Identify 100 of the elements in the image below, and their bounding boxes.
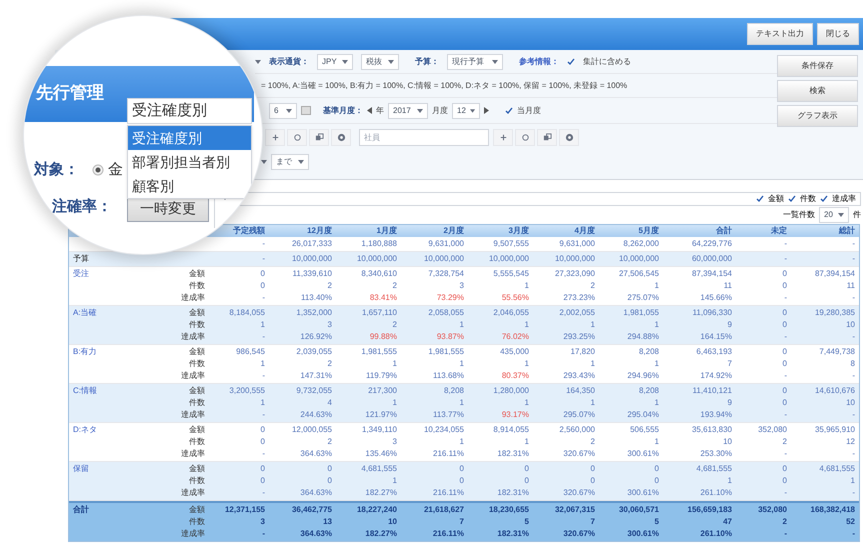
tax-select[interactable]: 税抜 <box>361 54 399 70</box>
table-cell: 19,280,385 <box>814 308 855 317</box>
table-cell: 261.10% <box>700 529 732 538</box>
employee-field[interactable]: 社員 <box>359 128 489 146</box>
table-cell: 294.96% <box>627 371 659 380</box>
measure-label: 金額 <box>189 308 205 317</box>
table-cell: 12,371,155 <box>224 505 265 514</box>
plus-icon[interactable] <box>493 128 513 146</box>
table-cell: 10 <box>846 398 855 407</box>
side-button[interactable]: 検索 <box>777 80 858 102</box>
checkmark-icon[interactable] <box>505 106 513 114</box>
table-cell: 80.37% <box>502 371 529 380</box>
table-cell: 8,208 <box>638 386 659 395</box>
caret-icon <box>388 60 394 64</box>
row-label[interactable]: D:ネタ <box>73 425 97 434</box>
table-cell: - <box>784 254 787 263</box>
row-label: 予算 <box>73 254 89 263</box>
table-cell: 113.68% <box>433 371 464 380</box>
year-select[interactable]: 2017 <box>388 102 428 118</box>
table-cell: 1 <box>260 320 265 329</box>
table-cell: 0 <box>260 425 265 434</box>
table-cell: 364.63% <box>300 488 332 497</box>
row-label[interactable]: C:情報 <box>73 386 97 395</box>
table-cell: 320.67% <box>563 449 595 458</box>
table-cell: 7 <box>590 517 595 526</box>
table-cell: 986,545 <box>236 347 265 356</box>
measure-label: 達成率 <box>181 293 205 302</box>
budget-label: 予算： <box>415 56 439 68</box>
table-cell: 8,914,055 <box>493 425 529 434</box>
table-cell: 0 <box>654 464 659 473</box>
table-cell: 253.30% <box>700 449 732 458</box>
budget-select[interactable]: 現行予算 <box>447 54 503 70</box>
copy-icon[interactable] <box>537 128 557 146</box>
copy-icon[interactable] <box>309 128 329 146</box>
until-select[interactable]: まで <box>271 154 309 170</box>
header-button[interactable]: 閉じる <box>817 23 859 45</box>
side-button[interactable]: グラフ表示 <box>777 105 858 127</box>
measure-label: 達成率 <box>181 410 205 419</box>
table-cell: 364.63% <box>300 449 332 458</box>
table-cell: 35,613,830 <box>692 425 732 434</box>
column-header: 3月度 <box>508 226 529 235</box>
plus-icon[interactable] <box>265 128 285 146</box>
table-cell: 1 <box>392 476 397 485</box>
table-cell: 7,449,738 <box>819 347 855 356</box>
table-cell: - <box>262 371 265 380</box>
row-label[interactable]: 合計 <box>73 505 89 514</box>
dropdown-option[interactable]: 受注確度別 <box>128 126 251 150</box>
table-cell: 87,394,154 <box>814 269 855 278</box>
row-label[interactable]: 受注 <box>73 269 89 278</box>
table-cell: 0 <box>460 464 464 473</box>
page-size-select[interactable]: 20 <box>819 207 849 223</box>
month-select[interactable]: 12 <box>452 102 480 118</box>
table-cell: - <box>784 239 787 248</box>
table-cell: - <box>852 254 855 263</box>
table-cell: 2 <box>590 281 595 290</box>
table-cell: 2 <box>392 320 397 329</box>
page-size-label: 一覧件数 <box>783 209 815 221</box>
table-cell: - <box>852 449 855 458</box>
next-icon[interactable] <box>484 107 489 114</box>
table-cell: 435,000 <box>500 347 529 356</box>
table-cell: 3 <box>260 517 265 526</box>
checkmark-icon[interactable] <box>820 195 828 203</box>
table-cell: 8,340,610 <box>361 269 397 278</box>
currency-select[interactable]: JPY <box>317 54 353 70</box>
measure-label: 達成率 <box>181 529 205 538</box>
view-select[interactable]: 受注確度別 <box>127 98 252 124</box>
row-label[interactable]: A:当確 <box>73 308 97 317</box>
table-cell: 320.67% <box>563 488 595 497</box>
table-cell: 216.11% <box>433 488 464 497</box>
table-cell: 10 <box>388 517 397 526</box>
row-label[interactable]: 保留 <box>73 464 89 473</box>
table-cell: - <box>852 410 855 419</box>
table-cell: 1 <box>728 476 732 485</box>
checkmark-icon[interactable] <box>567 58 575 66</box>
column-header: 1月度 <box>376 226 397 235</box>
table-cell: 294.88% <box>627 332 659 341</box>
row-label[interactable]: B:有力 <box>73 347 97 356</box>
table-cell: 10 <box>846 320 855 329</box>
table-cell: 1 <box>654 437 659 446</box>
measure-label: 達成率 <box>181 488 205 497</box>
checkbox-label: 件数 <box>800 193 816 205</box>
table-cell: 1 <box>590 398 595 407</box>
caret-icon <box>838 213 844 217</box>
header-button[interactable]: テキスト出力 <box>747 23 813 45</box>
table-cell: 182.31% <box>497 449 529 458</box>
table-cell: 1 <box>654 398 659 407</box>
side-button[interactable]: 条件保存 <box>777 55 858 77</box>
caret-icon <box>255 60 261 64</box>
previous-icon[interactable] <box>367 107 372 114</box>
checkmark-icon[interactable] <box>756 195 764 203</box>
table-cell: 0 <box>782 386 787 395</box>
table-cell: 1 <box>460 398 464 407</box>
table-cell: 10,000,000 <box>424 254 464 263</box>
months-select[interactable]: 6 <box>269 102 297 118</box>
table-cell: 2,002,055 <box>559 308 595 317</box>
table-cell: 0 <box>524 464 529 473</box>
checkmark-icon[interactable] <box>788 195 796 203</box>
table-cell: 1 <box>460 320 464 329</box>
radio-button[interactable] <box>92 164 104 176</box>
dropdown-option[interactable]: 部署別担当者別 <box>128 150 251 174</box>
